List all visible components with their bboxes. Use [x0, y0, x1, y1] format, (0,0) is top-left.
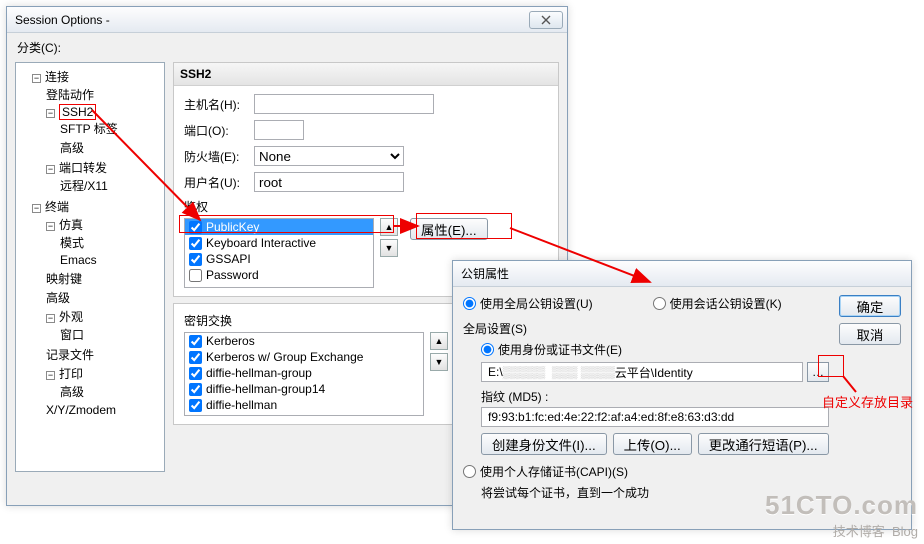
auth-move-down-button[interactable]: ▼ — [380, 239, 398, 257]
list-item[interactable]: Keyboard Interactive — [185, 235, 373, 251]
kex-move-down-button[interactable]: ▼ — [430, 353, 448, 371]
use-global-radio[interactable]: 使用全局公钥设置(U) — [463, 295, 593, 312]
list-item[interactable]: diffie-hellman — [185, 397, 423, 413]
close-icon — [541, 15, 551, 25]
close-button[interactable] — [529, 11, 563, 29]
tree-node-advanced-print[interactable]: 高级 — [60, 382, 162, 401]
pk-window-title: 公钥属性 — [461, 265, 509, 282]
collapse-icon: − — [46, 222, 55, 231]
collapse-icon: − — [46, 165, 55, 174]
collapse-icon: − — [46, 314, 55, 323]
list-item[interactable]: diffie-hellman-group — [185, 365, 423, 381]
list-item[interactable]: PublicKey — [185, 219, 373, 235]
tree-node-portfwd[interactable]: −端口转发 远程/X11 — [46, 158, 162, 196]
titlebar[interactable]: Session Options - — [7, 7, 567, 33]
ssh2-header: SSH2 — [174, 63, 558, 86]
username-label: 用户名(U): — [184, 174, 248, 191]
fingerprint-value: f9:93:b1:fc:ed:4e:22:f2:af:a4:ed:8f:e8:6… — [481, 407, 829, 427]
firewall-label: 防火墙(E): — [184, 148, 248, 165]
tree-node-connection[interactable]: −连接 登陆动作 −SSH2 SFTP 标签 高级 −端口转发 远程/X11 — [32, 67, 162, 197]
pk-titlebar[interactable]: 公钥属性 — [453, 261, 911, 287]
tree-node-mode[interactable]: 模式 — [60, 233, 162, 252]
tree-node-advanced-term[interactable]: 高级 — [46, 288, 162, 307]
host-label: 主机名(H): — [184, 96, 248, 113]
fingerprint-label: 指纹 (MD5) : — [481, 388, 829, 405]
list-item[interactable]: Password — [185, 267, 373, 283]
collapse-icon: − — [32, 204, 41, 213]
tree-node-remote-x11[interactable]: 远程/X11 — [60, 176, 162, 195]
global-settings-label: 全局设置(S) — [463, 320, 829, 337]
list-item[interactable]: GSSAPI — [185, 251, 373, 267]
create-identity-button[interactable]: 创建身份文件(I)... — [481, 433, 607, 455]
tree-node-terminal[interactable]: −终端 −仿真 模式 Emacs 映射键 高级 −外观 窗口 — [32, 197, 162, 419]
use-identity-radio[interactable]: 使用身份或证书文件(E) — [481, 341, 829, 358]
list-item[interactable]: Kerberos w/ Group Exchange — [185, 349, 423, 365]
use-capi-radio[interactable]: 使用个人存储证书(CAPI)(S) — [463, 463, 829, 480]
tree-node-emu[interactable]: −仿真 模式 Emacs — [46, 215, 162, 269]
pk-ok-button[interactable]: 确定 — [839, 295, 901, 317]
port-input[interactable] — [254, 120, 304, 140]
watermark: 51CTO.com 技术博客 Blog — [765, 490, 918, 540]
kex-methods-list[interactable]: KerberosKerberos w/ Group Exchangediffie… — [184, 332, 424, 416]
tree-node-sftp[interactable]: SFTP 标签 — [60, 119, 162, 138]
browse-button[interactable]: … — [807, 362, 829, 382]
tree-node-log[interactable]: 记录文件 — [46, 345, 162, 364]
list-item[interactable]: diffie-hellman-group14 — [185, 381, 423, 397]
tree-node-appearance[interactable]: −外观 窗口 — [46, 307, 162, 345]
identity-path-input[interactable]: E:\ ▒▒▒▒▒ ▒▒▒ ▒▒▒▒ 云平台\Identity — [481, 362, 803, 382]
use-session-radio[interactable]: 使用会话公钥设置(K) — [653, 295, 782, 312]
category-label: 分类(C): — [7, 33, 567, 58]
port-label: 端口(O): — [184, 122, 248, 139]
firewall-select[interactable]: None — [254, 146, 404, 166]
list-item[interactable]: Kerberos — [185, 333, 423, 349]
kex-move-up-button[interactable]: ▲ — [430, 332, 448, 350]
window-title: Session Options - — [15, 13, 110, 27]
category-tree[interactable]: −连接 登陆动作 −SSH2 SFTP 标签 高级 −端口转发 远程/X11 — [15, 62, 165, 472]
annotation-text: 自定义存放目录 — [822, 392, 913, 411]
upload-button[interactable]: 上传(O)... — [613, 433, 692, 455]
auth-label: 鉴权 — [184, 198, 548, 215]
properties-button[interactable]: 属性(E)... — [410, 218, 488, 240]
auth-move-up-button[interactable]: ▲ — [380, 218, 398, 236]
collapse-icon: − — [46, 371, 55, 380]
tree-node-advanced-ssh[interactable]: 高级 — [60, 138, 162, 157]
tree-node-xyz[interactable]: X/Y/Zmodem — [46, 402, 162, 418]
pk-cancel-button[interactable]: 取消 — [839, 323, 901, 345]
tree-node-emacs[interactable]: Emacs — [60, 252, 162, 268]
tree-node-print[interactable]: −打印 高级 — [46, 364, 162, 402]
change-passphrase-button[interactable]: 更改通行短语(P)... — [698, 433, 829, 455]
auth-methods-list[interactable]: PublicKeyKeyboard InteractiveGSSAPIPassw… — [184, 218, 374, 288]
tree-node-login[interactable]: 登陆动作 — [46, 85, 162, 104]
host-input[interactable] — [254, 94, 434, 114]
tree-node-ssh2[interactable]: −SSH2 SFTP 标签 高级 — [46, 104, 162, 158]
username-input[interactable] — [254, 172, 404, 192]
collapse-icon: − — [32, 74, 41, 83]
tree-node-window[interactable]: 窗口 — [60, 325, 162, 344]
tree-node-map[interactable]: 映射键 — [46, 269, 162, 288]
collapse-icon: − — [46, 109, 55, 118]
